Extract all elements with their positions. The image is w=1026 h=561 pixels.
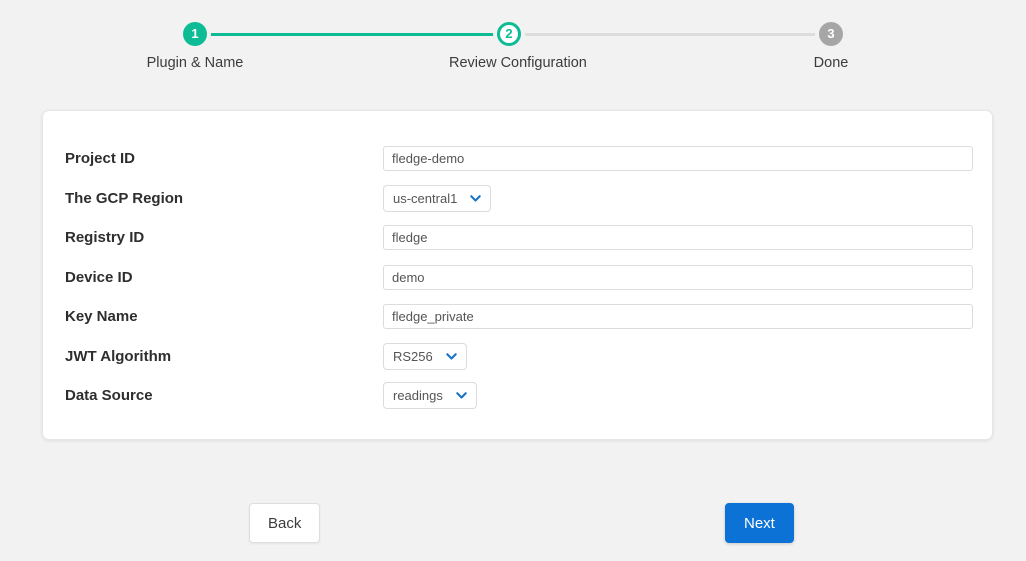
form-row-key-name: Key Name [65, 297, 973, 337]
gcp-region-selected-value: us-central1 [393, 190, 458, 206]
stepper-label-3: Done [813, 55, 849, 71]
data-source-select[interactable]: readings [383, 382, 477, 410]
chevron-down-icon [469, 192, 482, 205]
stepper-label-2: Review Configuration [449, 55, 587, 71]
control-gcp-region: us-central1 [383, 184, 970, 212]
control-key-name [383, 304, 973, 330]
wizard-stepper: 1 Plugin & Name 2 Review Configuration 3… [0, 0, 1026, 92]
label-data-source: Data Source [65, 387, 153, 405]
label-jwt-algorithm: JWT Algorithm [65, 347, 172, 365]
control-data-source: readings [383, 382, 970, 410]
label-gcp-region: The GCP Region [65, 189, 184, 207]
control-jwt-algorithm: RS256 [383, 342, 970, 370]
label-device-id: Device ID [65, 268, 133, 286]
control-registry-id [383, 225, 973, 251]
chevron-down-icon [455, 389, 468, 402]
form-row-registry-id: Registry ID [65, 218, 973, 258]
device-id-input[interactable] [383, 264, 973, 290]
gcp-region-select[interactable]: us-central1 [383, 184, 492, 212]
registry-id-input[interactable] [383, 225, 973, 251]
stepper-step-done[interactable]: 3 Done [771, 22, 891, 71]
stepper-bubble-1: 1 [183, 22, 207, 46]
control-project-id [383, 146, 973, 172]
data-source-selected-value: readings [393, 388, 443, 404]
form-row-jwt-algorithm: JWT Algorithm RS256 [65, 337, 970, 377]
form-row-data-source: Data Source readings [65, 376, 970, 416]
stepper-step-review-configuration[interactable]: 2 Review Configuration [449, 22, 587, 71]
key-name-input[interactable] [383, 304, 973, 330]
jwt-algorithm-select[interactable]: RS256 [383, 342, 467, 370]
stepper-bubble-3: 3 [819, 22, 843, 46]
chevron-down-icon [445, 350, 458, 363]
jwt-algorithm-selected-value: RS256 [393, 348, 433, 364]
label-project-id: Project ID [65, 150, 136, 168]
stepper-bubble-2: 2 [497, 22, 521, 46]
form-row-device-id: Device ID [65, 258, 973, 298]
stepper-label-1: Plugin & Name [146, 55, 244, 71]
stepper-step-plugin-and-name[interactable]: 1 Plugin & Name [135, 22, 255, 71]
form-row-project-id: Project ID [65, 139, 973, 179]
label-registry-id: Registry ID [65, 229, 145, 247]
wizard-footer-actions: Back Next [42, 503, 993, 543]
next-button[interactable]: Next [725, 503, 794, 543]
label-key-name: Key Name [65, 308, 138, 326]
back-button[interactable]: Back [249, 503, 321, 543]
form-row-gcp-region: The GCP Region us-central1 [65, 179, 970, 219]
configuration-card: Project ID The GCP Region us-central1 Re… [42, 110, 993, 440]
control-device-id [383, 264, 973, 290]
project-id-input[interactable] [383, 146, 973, 172]
